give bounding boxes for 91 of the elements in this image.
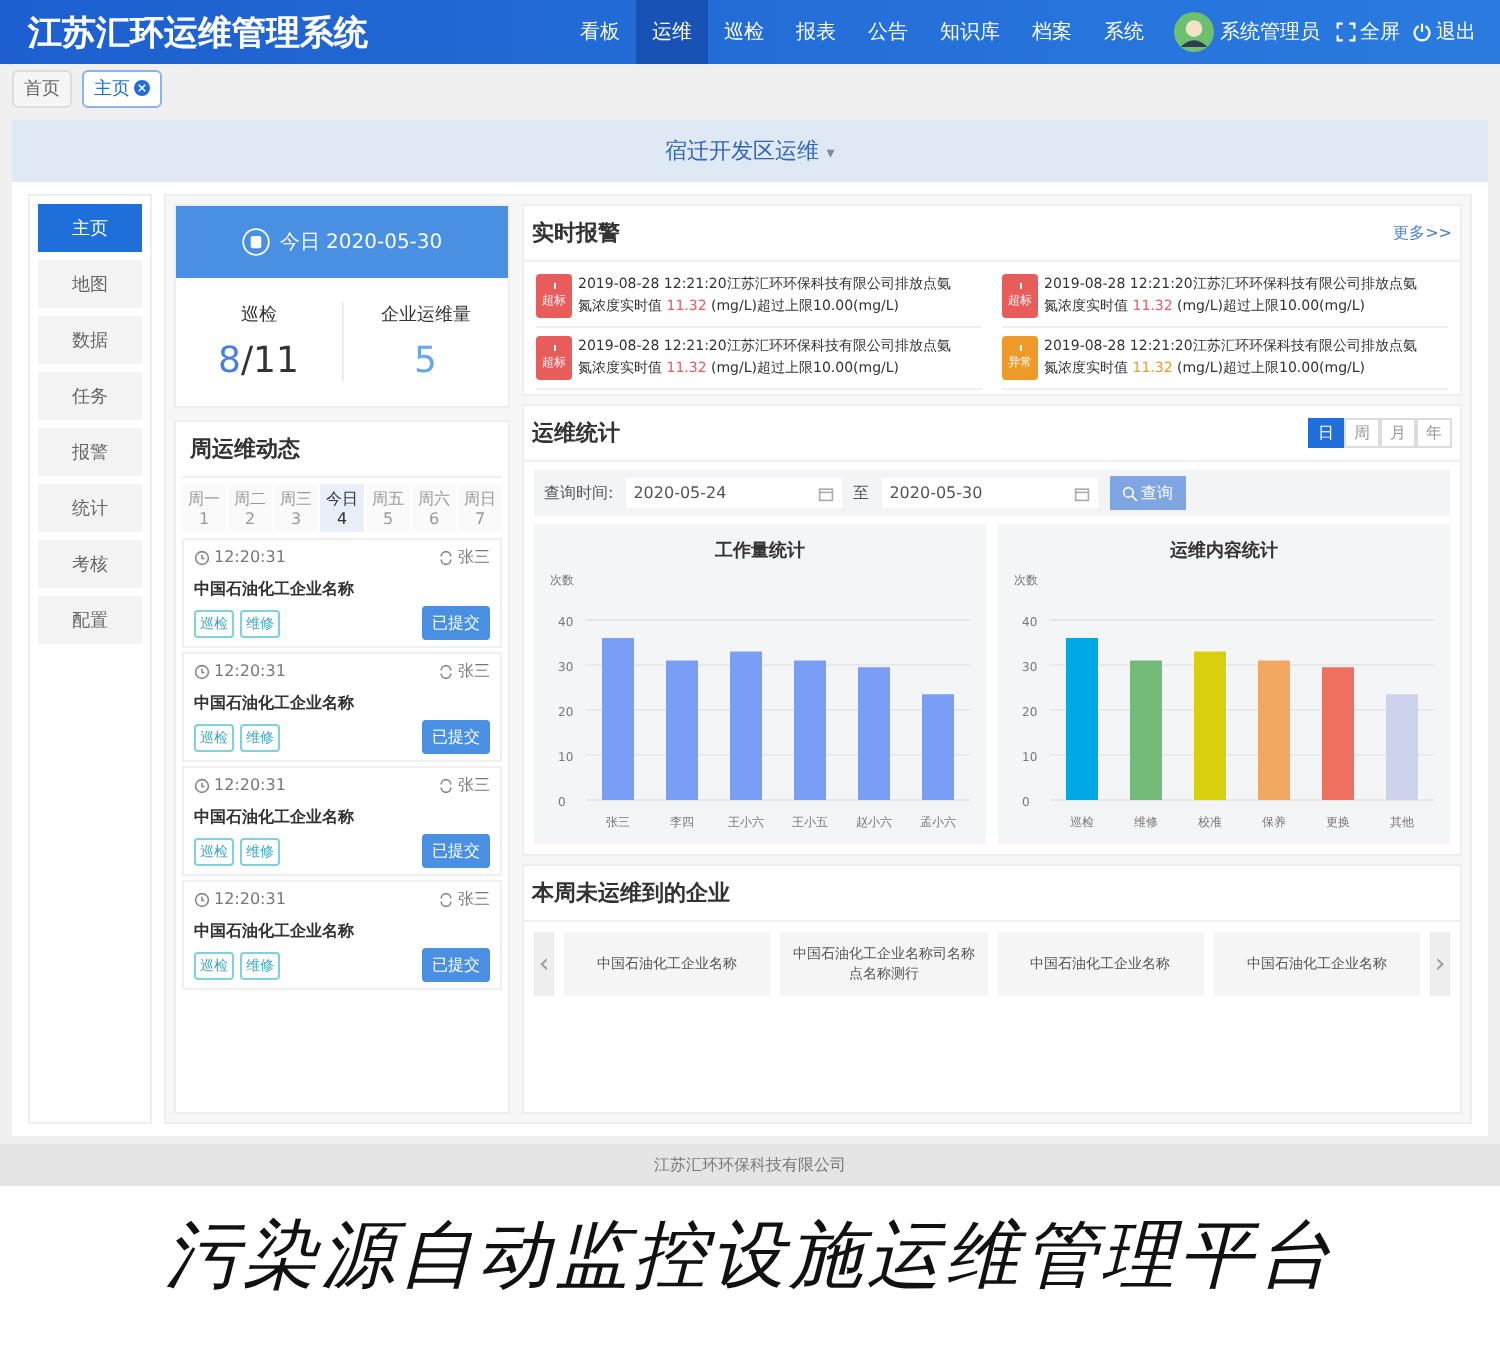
- calendar-icon: [1073, 485, 1090, 501]
- nav-item[interactable]: 公告: [852, 0, 924, 64]
- page-tab[interactable]: 首页: [12, 69, 72, 107]
- previous-button[interactable]: ‹: [534, 932, 554, 996]
- alert-icon: [551, 344, 557, 354]
- alert-icon: [1017, 344, 1023, 354]
- alert-icon: [1017, 282, 1023, 292]
- fullscreen-icon[interactable]: [1336, 22, 1356, 42]
- nav-item[interactable]: 知识库: [924, 0, 1016, 64]
- nav-item[interactable]: 档案: [1016, 0, 1088, 64]
- sidebar-item[interactable]: 地图: [38, 260, 142, 308]
- sidebar-item[interactable]: 主页: [38, 204, 142, 252]
- task-person: 张三: [438, 546, 490, 568]
- more-link[interactable]: 更多>>: [1393, 222, 1452, 244]
- nav-item[interactable]: 系统: [1088, 0, 1160, 64]
- app-title: 江苏汇环运维管理系统: [28, 11, 370, 55]
- close-icon[interactable]: [134, 80, 150, 96]
- logout-link[interactable]: 退出: [1436, 18, 1476, 46]
- task-time: 12:20:31: [194, 662, 286, 680]
- period-tab[interactable]: 周: [1344, 418, 1380, 448]
- day-tab[interactable]: 周一 1: [182, 484, 226, 532]
- sidebar-item[interactable]: 报警: [38, 428, 142, 476]
- status-button[interactable]: 已提交: [422, 720, 490, 754]
- fullscreen-link[interactable]: 全屏: [1360, 18, 1400, 46]
- task-person: 张三: [438, 774, 490, 796]
- calendar-icon: [241, 228, 270, 256]
- task-time: 12:20:31: [194, 548, 286, 566]
- stat-label: 企业运维量: [380, 303, 471, 328]
- section-title: 周运维动态: [182, 422, 502, 478]
- power-icon[interactable]: [1412, 22, 1432, 42]
- task-time: 12:20:31: [194, 776, 286, 794]
- task-person: 张三: [438, 660, 490, 682]
- company-name: 中国石油化工企业名称: [194, 806, 356, 828]
- status-button[interactable]: 已提交: [422, 948, 490, 982]
- user-name[interactable]: 系统管理员: [1220, 18, 1320, 46]
- alert-icon: [551, 282, 557, 292]
- region-selector[interactable]: 宿迁开发区运维 ▾: [12, 120, 1488, 182]
- status-button[interactable]: 已提交: [422, 834, 490, 868]
- nav-item[interactable]: 运维: [636, 0, 708, 64]
- range-separator: 至: [853, 482, 870, 504]
- day-tab[interactable]: 周五 5: [366, 484, 410, 532]
- refresh-icon: [438, 663, 454, 679]
- nav-item[interactable]: 看板: [564, 0, 636, 64]
- sidebar-item[interactable]: 统计: [38, 484, 142, 532]
- sidebar-item[interactable]: 任务: [38, 372, 142, 420]
- day-tab[interactable]: 周三 3: [274, 484, 318, 532]
- query-label: 查询时间:: [544, 482, 614, 504]
- stat-value: 5: [414, 340, 437, 382]
- nav-item[interactable]: 巡检: [708, 0, 780, 64]
- date-field[interactable]: 2020-05-24: [625, 478, 842, 508]
- stat-value: 8/11: [218, 340, 299, 382]
- sidebar-item[interactable]: 数据: [38, 316, 142, 364]
- query-button[interactable]: 查询: [1109, 476, 1186, 510]
- sidebar-item[interactable]: 配置: [38, 596, 142, 644]
- search-icon: [1121, 485, 1138, 501]
- company-name: 中国石油化工企业名称: [194, 578, 356, 600]
- task-time: 12:20:31: [194, 890, 286, 908]
- day-tab[interactable]: 周六 6: [412, 484, 456, 532]
- today-date: 今日 2020-05-30: [279, 230, 443, 256]
- next-button[interactable]: ›: [1430, 932, 1450, 996]
- clock-icon: [194, 663, 210, 679]
- section-title: 本周未运维到的企业: [524, 866, 1460, 922]
- avatar-icon[interactable]: [1174, 12, 1214, 52]
- calendar-icon: [817, 485, 834, 501]
- stat-label: 巡检: [240, 303, 277, 328]
- section-title: 运维统计: [532, 418, 620, 448]
- sidebar-item[interactable]: 考核: [38, 540, 142, 588]
- footer-text: 江苏汇环环保科技有限公司: [0, 1144, 1500, 1186]
- section-title: 实时报警: [532, 218, 620, 248]
- refresh-icon: [438, 549, 454, 565]
- clock-icon: [194, 777, 210, 793]
- day-tab[interactable]: 今日 4: [320, 484, 364, 532]
- day-tab[interactable]: 周日 7: [458, 484, 502, 532]
- period-tab[interactable]: 年: [1416, 418, 1452, 448]
- period-tab[interactable]: 日: [1308, 418, 1344, 448]
- refresh-icon: [438, 891, 454, 907]
- chart-title: 运维内容统计: [1170, 542, 1278, 562]
- status-button[interactable]: 已提交: [422, 606, 490, 640]
- company-name: 中国石油化工企业名称: [194, 920, 356, 942]
- clock-icon: [194, 891, 210, 907]
- clock-icon: [194, 549, 210, 565]
- chart-title: 工作量统计: [715, 542, 805, 562]
- page-tab[interactable]: 主页: [82, 69, 162, 107]
- nav-item[interactable]: 报表: [780, 0, 852, 64]
- day-tab[interactable]: 周二 2: [228, 484, 272, 532]
- task-person: 张三: [438, 888, 490, 910]
- period-tab[interactable]: 月: [1380, 418, 1416, 448]
- date-field[interactable]: 2020-05-30: [881, 478, 1098, 508]
- company-name: 中国石油化工企业名称: [194, 692, 356, 714]
- caption-text: 污染源自动监控设施运维管理平台: [163, 1210, 1337, 1302]
- refresh-icon: [438, 777, 454, 793]
